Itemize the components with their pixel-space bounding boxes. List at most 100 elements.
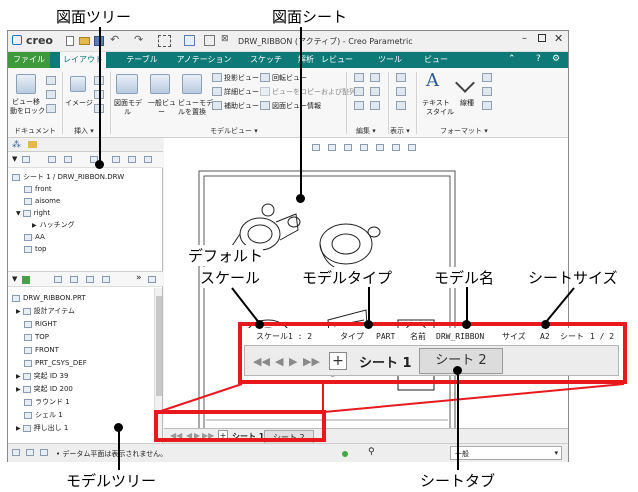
detail-view-button[interactable]: 詳細ビュー [224,87,259,97]
document-small-icon-1[interactable] [46,76,56,85]
last-sheet-icon[interactable]: ▶▶ [303,355,320,368]
ribbon-collapse-icon[interactable]: ⌃ [508,54,516,64]
collapse-arrow-icon[interactable]: ▶ [32,222,37,229]
drawing-model-button[interactable] [116,74,138,94]
model-tree-item[interactable]: PRT_CSYS_DEF [24,358,87,369]
select-box-icon[interactable] [158,35,171,47]
tab-review[interactable]: レビュー [314,52,360,68]
model-filter-icon[interactable] [70,276,78,283]
model-settings-icon[interactable] [86,276,94,283]
collapse-arrow-icon[interactable]: ▶ [16,373,21,380]
collapse-arrow-icon[interactable]: ▶ [16,308,21,315]
close-button[interactable]: ✕ [554,32,563,45]
drawing-tree-item[interactable]: ▼ right [16,208,50,219]
auxiliary-view-button[interactable]: 補助ビュー [224,101,259,111]
edit-icon-3[interactable] [354,101,364,110]
view-info-icon[interactable] [260,101,270,110]
shading-icon[interactable] [376,144,384,151]
drawing-tree-root[interactable]: シート 1 / DRW_RIBBON.DRW [12,172,124,183]
model-tree-item[interactable]: シェル 1 [24,410,63,421]
lock-view-move-button[interactable] [16,74,36,94]
layer-icon[interactable] [128,156,136,163]
prev-sheet-icon[interactable]: ◀ [275,355,283,368]
projection-view-icon[interactable] [212,73,222,82]
edit-icon-6[interactable] [370,101,380,110]
model-tree-item[interactable]: RIGHT [24,319,57,330]
document-small-icon-2[interactable] [46,90,56,99]
line-style-icon[interactable] [455,73,475,93]
general-view-button[interactable] [150,74,170,94]
next-sheet-icon[interactable]: ▶ [289,355,297,368]
tab-sketch[interactable]: スケッチ [244,52,288,68]
display-tree-icon[interactable] [144,156,152,163]
new-icon[interactable] [66,36,74,46]
copy-align-icon[interactable] [260,87,270,96]
zoom-out-icon[interactable] [344,144,352,151]
projection-view-button[interactable]: 投影ビュー [224,73,259,83]
model-tree-item[interactable]: ▶ 突起 ID 39 [16,371,68,382]
model-tree-item[interactable]: ▶ 設計アイテム [16,306,75,317]
tab-table[interactable]: テーブル [120,52,164,68]
status-icon-2[interactable] [26,449,34,456]
windows-icon[interactable] [204,35,215,46]
edit-icon-5[interactable] [370,87,380,96]
drawing-tree-item[interactable]: ▶ ハッチング [32,220,75,231]
format-icon-2[interactable] [482,87,492,96]
drawing-tree-item[interactable]: AA [24,232,45,243]
find-icon[interactable]: ⚲ [368,447,375,457]
sheet-tab-1[interactable]: シート 1 [359,352,412,371]
open-icon[interactable] [79,37,90,45]
help-icon[interactable]: ? [536,54,541,64]
zoom-in-icon[interactable] [328,144,336,151]
expand-icon[interactable]: ▼ [12,275,17,283]
edit-icon-2[interactable] [354,87,364,96]
image-button[interactable] [70,76,86,92]
first-sheet-icon[interactable]: ◀◀ [253,355,270,368]
selection-filter-dropdown[interactable]: 一般 ▾ [450,446,562,460]
settings-icon[interactable]: ⚙ [552,54,560,64]
more-icon[interactable]: » [136,273,142,283]
model-tree-item[interactable]: TOP [24,332,49,343]
model-display-icon[interactable] [148,276,156,283]
auxiliary-view-icon[interactable] [212,101,222,110]
undo-icon[interactable]: ↶ [110,33,119,46]
list-icon[interactable] [48,156,56,163]
add-sheet-button[interactable]: + [329,352,347,370]
view-info-button[interactable]: 図面ビュー情報 [272,101,321,111]
folder-tab-icon[interactable] [28,141,37,148]
model-tree-item[interactable]: ▶ 突起 ID 200 [16,384,73,395]
drawing-tree-item[interactable]: top [24,244,46,255]
collapse-arrow-icon[interactable]: ▶ [16,425,21,432]
drawing-tree-item[interactable]: aisome [24,196,60,207]
tree-tab-icon[interactable]: ⁂ [12,140,21,150]
drawing-tree-item[interactable]: front [24,184,52,195]
replace-view-model-button[interactable] [182,74,202,94]
close-window-icon[interactable]: ⊠ [221,34,229,44]
model-tree-root[interactable]: DRW_RIBBON.PRT [12,293,86,304]
tab-file[interactable]: ファイル [8,52,50,68]
model-columns-icon[interactable] [102,276,110,283]
view-manager-icon[interactable] [392,144,400,151]
format-icon-3[interactable] [482,101,492,110]
tab-tools[interactable]: ツール [370,52,410,68]
tab-view[interactable]: ビュー [416,52,456,68]
text-style-icon[interactable]: A [426,70,439,91]
model-tree-item[interactable]: FRONT [24,345,59,356]
edit-icon-1[interactable] [354,73,364,82]
model-tree-item[interactable]: ラウンド 1 [24,397,70,408]
regenerate-icon[interactable] [184,35,195,46]
table-icon[interactable] [112,156,120,163]
collapse-arrow-icon[interactable]: ▶ [16,386,21,393]
display-icon-2[interactable] [396,87,406,96]
display-icon-1[interactable] [396,73,406,82]
repaint-icon[interactable] [360,144,368,151]
model-list-icon[interactable] [54,276,62,283]
copy-align-button[interactable]: ビューをコピーおよび整列 [272,87,356,97]
maximize-button[interactable] [538,34,546,42]
display-icon-3[interactable] [396,101,406,110]
refit-icon[interactable] [312,144,320,151]
redo-icon[interactable]: ↷ [134,33,143,46]
document-small-icon-3[interactable] [46,104,56,113]
rotate-view-icon[interactable] [260,73,270,82]
edit-icon-4[interactable] [370,73,380,82]
